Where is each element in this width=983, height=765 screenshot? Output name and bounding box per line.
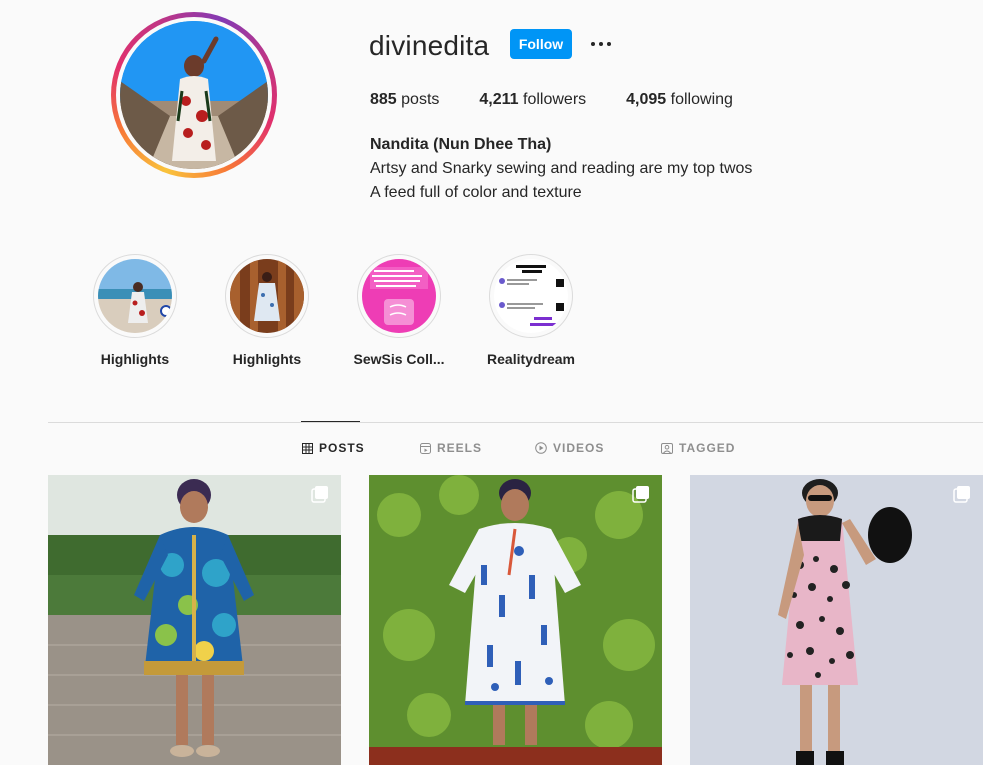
posts-stat: 885 posts bbox=[370, 91, 439, 109]
post-image bbox=[48, 475, 341, 765]
posts-label: posts bbox=[401, 91, 440, 108]
highlight-label: Highlights bbox=[232, 351, 302, 367]
grid-icon bbox=[302, 442, 313, 454]
highlight-item[interactable]: Highlights bbox=[212, 254, 322, 367]
highlight-label: SewSis Coll... bbox=[353, 351, 445, 367]
avatar-gap bbox=[116, 17, 272, 173]
highlight-item[interactable]: Highlights bbox=[80, 254, 190, 367]
highlight-label: Highlights bbox=[100, 351, 170, 367]
highlight-cover bbox=[98, 259, 172, 333]
multiple-photos-icon bbox=[953, 486, 970, 503]
highlight-label: Realitydream bbox=[487, 351, 575, 367]
more-options-icon[interactable] bbox=[586, 30, 616, 58]
post-thumbnail[interactable] bbox=[690, 475, 983, 765]
tab-reels[interactable]: REELS bbox=[420, 441, 482, 455]
tabs-divider bbox=[48, 422, 983, 423]
tab-posts[interactable]: POSTS bbox=[302, 441, 365, 455]
highlight-cover bbox=[494, 259, 568, 333]
posts-count: 885 bbox=[370, 91, 397, 108]
reels-icon bbox=[420, 442, 431, 454]
tab-tagged[interactable]: TAGGED bbox=[661, 441, 735, 455]
highlight-cover bbox=[362, 259, 436, 333]
profile-avatar-ring[interactable] bbox=[111, 12, 277, 178]
post-image bbox=[690, 475, 983, 765]
highlight-cover-ring bbox=[357, 254, 441, 338]
profile-bio-line: Artsy and Snarky sewing and reading are … bbox=[370, 160, 753, 177]
tab-label: POSTS bbox=[319, 441, 365, 455]
tab-videos[interactable]: VIDEOS bbox=[535, 441, 604, 455]
dot bbox=[599, 42, 603, 46]
highlight-item[interactable]: Realitydream bbox=[476, 254, 586, 367]
tab-label: REELS bbox=[437, 441, 483, 455]
followers-label: followers bbox=[523, 91, 587, 108]
post-thumbnail[interactable] bbox=[369, 475, 662, 765]
following-count: 4,095 bbox=[626, 91, 667, 108]
play-icon bbox=[535, 442, 547, 454]
following-stat[interactable]: 4,095 following bbox=[626, 91, 733, 109]
highlight-cover-ring bbox=[93, 254, 177, 338]
followers-count: 4,211 bbox=[479, 91, 519, 108]
following-label: following bbox=[670, 91, 733, 108]
profile-full-name: Nandita (Nun Dhee Tha) bbox=[370, 136, 552, 153]
highlight-cover-ring bbox=[489, 254, 573, 338]
tab-label: VIDEOS bbox=[553, 441, 605, 455]
followers-stat[interactable]: 4,211 followers bbox=[479, 91, 586, 109]
multiple-photos-icon bbox=[632, 486, 649, 503]
post-image bbox=[369, 475, 662, 765]
tab-label: TAGGED bbox=[679, 441, 736, 455]
active-tab-indicator bbox=[301, 421, 360, 422]
highlight-item[interactable]: SewSis Coll... bbox=[344, 254, 454, 367]
dot bbox=[607, 42, 611, 46]
profile-username: divinedita bbox=[369, 30, 490, 61]
profile-avatar[interactable] bbox=[120, 21, 268, 169]
tag-icon bbox=[661, 442, 673, 454]
dot bbox=[591, 42, 595, 46]
post-thumbnail[interactable] bbox=[48, 475, 341, 765]
highlight-cover-ring bbox=[225, 254, 309, 338]
highlight-cover bbox=[230, 259, 304, 333]
multiple-photos-icon bbox=[311, 486, 328, 503]
follow-button[interactable]: Follow bbox=[510, 29, 572, 59]
profile-bio-line: A feed full of color and texture bbox=[370, 184, 582, 201]
profile-stats: 885 posts 4,211 followers 4,095 followin… bbox=[370, 91, 773, 109]
